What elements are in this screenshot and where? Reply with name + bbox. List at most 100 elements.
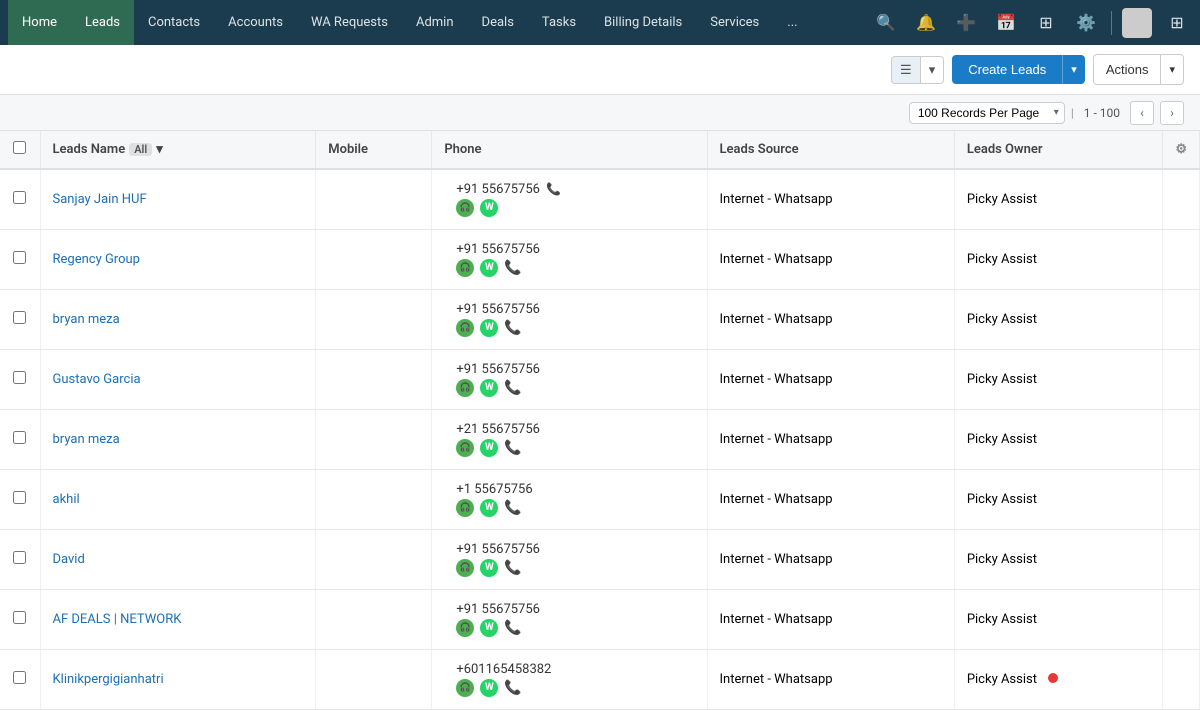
whatsapp-icon-5[interactable]: W xyxy=(480,499,498,517)
create-leads-dropdown[interactable]: ▾ xyxy=(1062,55,1085,84)
lead-name-link-1[interactable]: Regency Group xyxy=(53,252,140,267)
nav-item-billing[interactable]: Billing Details xyxy=(590,0,696,45)
header-leads-source: Leads Source xyxy=(707,131,954,169)
lead-name-link-0[interactable]: Sanjay Jain HUF xyxy=(53,192,147,207)
settings-icon[interactable]: ⚙️ xyxy=(1071,8,1101,38)
row-select-2[interactable] xyxy=(13,311,26,324)
phone-number-5: +1 55675756 xyxy=(456,482,532,497)
lead-name-link-3[interactable]: Gustavo Garcia xyxy=(53,372,141,387)
headset-icon-3[interactable]: 🎧 xyxy=(456,379,474,397)
row-select-8[interactable] xyxy=(13,671,26,684)
contacts-label: Contacts xyxy=(148,15,200,30)
notification-icon[interactable]: 🔔 xyxy=(911,8,941,38)
row-phone-5: +1 55675756 🎧 W 📞 xyxy=(432,469,707,529)
nav-item-accounts[interactable]: Accounts xyxy=(214,0,297,45)
row-source-8: Internet - Whatsapp xyxy=(707,649,954,709)
admin-label: Admin xyxy=(416,15,454,30)
lead-name-link-5[interactable]: akhil xyxy=(53,492,80,507)
list-view-button[interactable]: ☰ xyxy=(891,56,921,84)
row-mobile-1 xyxy=(316,229,432,289)
headset-icon-4[interactable]: 🎧 xyxy=(456,439,474,457)
nav-item-home[interactable]: Home xyxy=(8,0,71,45)
row-select-0[interactable] xyxy=(13,191,26,204)
headset-icon-5[interactable]: 🎧 xyxy=(456,499,474,517)
whatsapp-icon-6[interactable]: W xyxy=(480,559,498,577)
leads-name-filter-badge[interactable]: All xyxy=(129,143,152,156)
lead-name-link-2[interactable]: bryan meza xyxy=(53,312,120,327)
headset-icon-2[interactable]: 🎧 xyxy=(456,319,474,337)
row-select-7[interactable] xyxy=(13,611,26,624)
lead-owner-4: Picky Assist xyxy=(967,432,1037,447)
apps-icon[interactable]: ⊞ xyxy=(1162,8,1192,38)
nav-item-leads[interactable]: Leads xyxy=(71,0,134,45)
add-icon[interactable]: ➕ xyxy=(951,8,981,38)
actions-button[interactable]: Actions xyxy=(1093,54,1162,85)
phone2-icon-6[interactable]: 📞 xyxy=(504,560,521,576)
create-leads-button[interactable]: Create Leads xyxy=(952,55,1062,84)
row-select-5[interactable] xyxy=(13,491,26,504)
select-all-checkbox[interactable] xyxy=(13,141,26,154)
lead-owner-0: Picky Assist xyxy=(967,192,1037,207)
lead-source-5: Internet - Whatsapp xyxy=(720,492,833,507)
headset-icon-7[interactable]: 🎧 xyxy=(456,619,474,637)
nav-item-admin[interactable]: Admin xyxy=(402,0,468,45)
whatsapp-icon-3[interactable]: W xyxy=(480,379,498,397)
headset-icon-0[interactable]: 🎧 xyxy=(456,199,474,217)
whatsapp-icon-0[interactable]: W xyxy=(480,199,498,217)
nav-item-wa-requests[interactable]: WA Requests xyxy=(297,0,402,45)
per-page-select[interactable]: 100 Records Per Page xyxy=(909,102,1065,124)
row-phone-3: +91 55675756 🎧 W 📞 xyxy=(432,349,707,409)
phone-number-4: +21 55675756 xyxy=(456,422,540,437)
headset-icon-6[interactable]: 🎧 xyxy=(456,559,474,577)
whatsapp-icon-2[interactable]: W xyxy=(480,319,498,337)
search-icon[interactable]: 🔍 xyxy=(871,8,901,38)
whatsapp-icon-7[interactable]: W xyxy=(480,619,498,637)
row-mobile-5 xyxy=(316,469,432,529)
headset-icon-1[interactable]: 🎧 xyxy=(456,259,474,277)
leads-name-filter[interactable]: Leads Name All ▾ xyxy=(53,142,163,157)
row-mobile-3 xyxy=(316,349,432,409)
nav-item-deals[interactable]: Deals xyxy=(468,0,528,45)
phone-number-3: +91 55675756 xyxy=(456,362,540,377)
list-view-dropdown[interactable]: ▾ xyxy=(921,56,945,84)
row-mobile-8 xyxy=(316,649,432,709)
row-select-1[interactable] xyxy=(13,251,26,264)
next-page-button[interactable]: › xyxy=(1160,101,1184,125)
whatsapp-icon-1[interactable]: W xyxy=(480,259,498,277)
row-select-6[interactable] xyxy=(13,551,26,564)
column-settings[interactable]: ⚙ xyxy=(1163,131,1200,169)
phone2-icon-1[interactable]: 📞 xyxy=(504,260,521,276)
phone2-icon-7[interactable]: 📞 xyxy=(504,620,521,636)
lead-source-0: Internet - Whatsapp xyxy=(720,192,833,207)
lead-name-link-7[interactable]: AF DEALS | NETWORK xyxy=(53,612,182,627)
lead-name-link-6[interactable]: David xyxy=(53,552,85,567)
row-source-3: Internet - Whatsapp xyxy=(707,349,954,409)
phone2-icon-2[interactable]: 📞 xyxy=(504,320,521,336)
row-select-4[interactable] xyxy=(13,431,26,444)
nav-links: Home Leads Contacts Accounts WA Requests… xyxy=(8,0,871,45)
dashboard-icon[interactable]: ⊞ xyxy=(1031,8,1061,38)
row-phone-0: +91 55675756 📞 🎧 W xyxy=(432,169,707,229)
leads-table-container: Leads Name All ▾ Mobile Phone Leads Sour… xyxy=(0,131,1200,710)
lead-owner-1: Picky Assist xyxy=(967,252,1037,267)
whatsapp-icon-4[interactable]: W xyxy=(480,439,498,457)
row-source-2: Internet - Whatsapp xyxy=(707,289,954,349)
actions-dropdown[interactable]: ▾ xyxy=(1161,54,1184,85)
phone2-icon-8[interactable]: 📞 xyxy=(504,680,521,696)
row-select-3[interactable] xyxy=(13,371,26,384)
nav-item-tasks[interactable]: Tasks xyxy=(528,0,590,45)
nav-item-more[interactable]: ... xyxy=(773,0,811,45)
lead-name-link-8[interactable]: Klinikpergigianhatri xyxy=(53,672,164,687)
nav-item-services[interactable]: Services xyxy=(696,0,773,45)
headset-icon-8[interactable]: 🎧 xyxy=(456,679,474,697)
prev-page-button[interactable]: ‹ xyxy=(1130,101,1154,125)
lead-name-link-4[interactable]: bryan meza xyxy=(53,432,120,447)
phone2-icon-4[interactable]: 📞 xyxy=(504,440,521,456)
avatar[interactable] xyxy=(1122,8,1152,38)
calendar-icon[interactable]: 📅 xyxy=(991,8,1021,38)
phone2-icon-3[interactable]: 📞 xyxy=(504,380,521,396)
per-page-wrapper: 100 Records Per Page xyxy=(909,102,1065,124)
nav-item-contacts[interactable]: Contacts xyxy=(134,0,214,45)
phone2-icon-5[interactable]: 📞 xyxy=(504,500,521,516)
whatsapp-icon-8[interactable]: W xyxy=(480,679,498,697)
